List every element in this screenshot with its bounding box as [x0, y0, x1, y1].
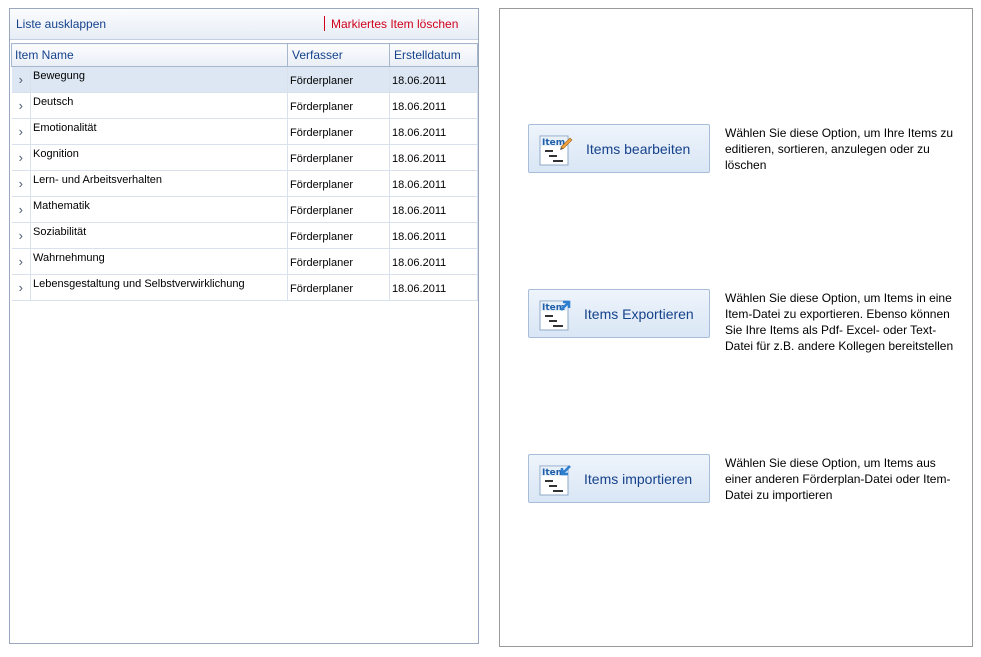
row-expand-icon[interactable]: › [11, 170, 31, 197]
edit-items-button[interactable]: Item Items bearbeiten [528, 124, 710, 173]
row-expand-icon[interactable]: › [11, 92, 31, 119]
grid-body: › Bewegung Förderplaner 18.06.2011 › Deutsch F… [11, 66, 478, 301]
table-row[interactable]: › Deutsch Förderplaner 18.06.2011 [11, 92, 478, 119]
item-name-cell: Kognition [30, 144, 288, 171]
table-row[interactable]: › Lern- und Arbeitsverhalten Förderplaner 1… [11, 170, 478, 197]
grid-header-row: Item Name Verfasser Erstelldatum [11, 43, 478, 67]
date-cell: 18.06.2011 [389, 222, 478, 249]
items-grid: Item Name Verfasser Erstelldatum › Bewegu… [11, 43, 478, 301]
row-expand-icon[interactable]: › [11, 118, 31, 145]
row-expand-icon[interactable]: › [11, 222, 31, 249]
table-row[interactable]: › Kognition Förderplaner 18.06.2011 [11, 144, 478, 171]
author-cell: Förderplaner [287, 248, 390, 275]
options-panel: Item Items bearbeiten Wählen Sie diese O… [499, 8, 973, 647]
import-items-label: Items importieren [584, 471, 693, 487]
row-expand-icon[interactable]: › [11, 274, 31, 301]
edit-items-description: Wählen Sie diese Option, um Ihre Items z… [725, 126, 954, 172]
table-row[interactable]: › Emotionalität Förderplaner 18.06.2011 [11, 118, 478, 145]
author-cell: Förderplaner [287, 66, 390, 93]
row-expand-icon[interactable]: › [11, 66, 31, 93]
date-cell: 18.06.2011 [389, 66, 478, 93]
table-row[interactable]: › Lebensgestaltung und Selbstverwirklichu… [11, 274, 478, 301]
item-name-cell: Soziabilität [30, 222, 288, 249]
column-header-item-name[interactable]: Item Name [11, 43, 288, 67]
list-toolbar: Liste ausklappen Markiertes Item löschen [10, 9, 478, 40]
table-row[interactable]: › Mathematik Förderplaner 18.06.2011 [11, 196, 478, 223]
table-row[interactable]: › Bewegung Förderplaner 18.06.2011 [11, 66, 478, 93]
author-cell: Förderplaner [287, 118, 390, 145]
date-cell: 18.06.2011 [389, 170, 478, 197]
item-edit-icon: Item [539, 135, 573, 166]
import-items-description: Wählen Sie diese Option, um Items aus ei… [725, 456, 951, 502]
date-cell: 18.06.2011 [389, 196, 478, 223]
item-import-icon: Item [539, 465, 571, 496]
import-items-button[interactable]: Item Items importieren [528, 454, 710, 503]
column-header-author[interactable]: Verfasser [287, 43, 390, 67]
author-cell: Förderplaner [287, 144, 390, 171]
delete-selected-item-link[interactable]: Markiertes Item löschen [331, 17, 458, 31]
date-cell: 18.06.2011 [389, 118, 478, 145]
export-items-description: Wählen Sie diese Option, um Items in ein… [725, 291, 954, 353]
table-row[interactable]: › Soziabilität Förderplaner 18.06.2011 [11, 222, 478, 249]
author-cell: Förderplaner [287, 92, 390, 119]
date-cell: 18.06.2011 [389, 92, 478, 119]
item-export-icon: Item [539, 300, 571, 331]
item-name-cell: Deutsch [30, 92, 288, 119]
item-name-cell: Mathematik [30, 196, 288, 223]
author-cell: Förderplaner [287, 222, 390, 249]
table-row[interactable]: › Wahrnehmung Förderplaner 18.06.2011 [11, 248, 478, 275]
row-expand-icon[interactable]: › [11, 248, 31, 275]
column-header-date[interactable]: Erstelldatum [389, 43, 478, 67]
author-cell: Förderplaner [287, 274, 390, 301]
edit-items-label: Items bearbeiten [586, 141, 691, 157]
item-list-panel: Liste ausklappen Markiertes Item löschen… [9, 8, 479, 644]
author-cell: Förderplaner [287, 170, 390, 197]
item-name-cell: Emotionalität [30, 118, 288, 145]
date-cell: 18.06.2011 [389, 144, 478, 171]
item-name-cell: Lebensgestaltung und Selbstverwirklichun… [30, 274, 288, 301]
export-items-button[interactable]: Item Items Exportieren [528, 289, 710, 338]
date-cell: 18.06.2011 [389, 248, 478, 275]
item-name-cell: Lern- und Arbeitsverhalten [30, 170, 288, 197]
date-cell: 18.06.2011 [389, 274, 478, 301]
row-expand-icon[interactable]: › [11, 144, 31, 171]
row-expand-icon[interactable]: › [11, 196, 31, 223]
author-cell: Förderplaner [287, 196, 390, 223]
item-name-cell: Wahrnehmung [30, 248, 288, 275]
item-name-cell: Bewegung [30, 66, 288, 93]
toolbar-separator [324, 16, 325, 31]
export-items-label: Items Exportieren [584, 306, 694, 322]
expand-list-link[interactable]: Liste ausklappen [16, 17, 106, 31]
